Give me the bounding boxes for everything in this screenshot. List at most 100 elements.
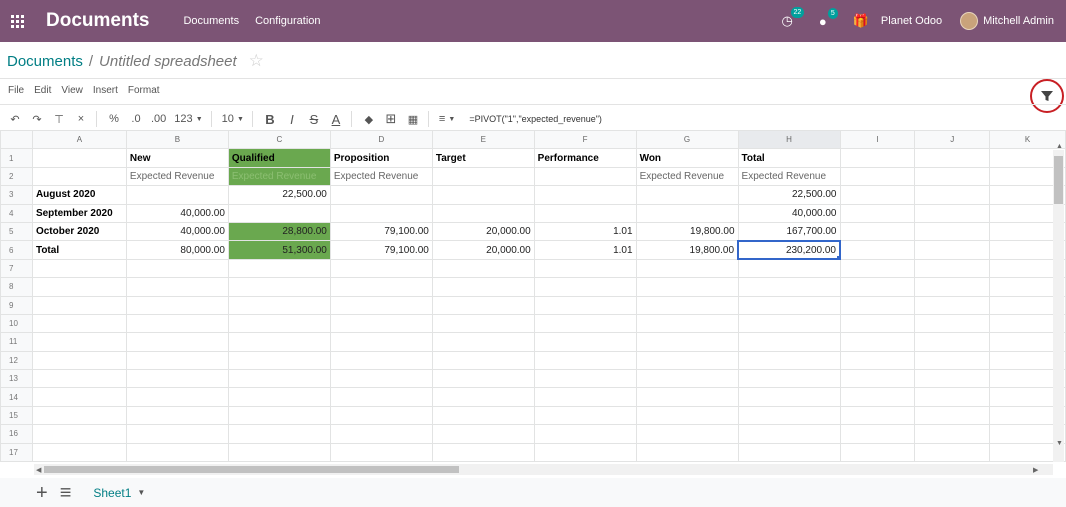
cell-f3[interactable] [533,185,637,205]
bold-button[interactable]: B [263,112,277,127]
row-header[interactable]: 15 [0,405,33,426]
cell-e2[interactable] [431,166,535,187]
breadcrumb-documents-link[interactable]: Documents [7,53,83,70]
corner-cell[interactable] [0,129,33,150]
cell-e9[interactable] [431,295,535,315]
cell-d4[interactable] [329,203,433,223]
cell-i7[interactable] [839,258,916,279]
cell-c10[interactable] [227,313,331,334]
sheet-tab-menu-icon[interactable]: ▼ [137,488,145,497]
cell-a1[interactable] [31,148,127,168]
menu-edit[interactable]: Edit [34,85,51,96]
borders-icon[interactable]: ⊞ [384,111,398,127]
cell-i4[interactable] [839,203,916,223]
cell-g9[interactable] [635,295,739,315]
cell-j2[interactable] [914,166,991,187]
cell-d9[interactable] [329,295,433,315]
cell-j5[interactable] [914,221,991,242]
cell-i11[interactable] [839,332,916,352]
cell-f4[interactable] [533,203,637,223]
row-header[interactable]: 1 [0,148,33,168]
cell-c16[interactable] [227,424,331,444]
row-header[interactable]: 10 [0,313,33,334]
column-header-f[interactable]: F [533,129,637,150]
cell-d11[interactable] [329,332,433,352]
app-brand[interactable]: Documents [46,10,149,32]
cell-j7[interactable] [914,258,991,279]
cell-h15[interactable] [737,405,841,426]
cell-d14[interactable] [329,387,433,407]
cell-b3[interactable] [125,185,229,205]
cell-i15[interactable] [839,405,916,426]
cell-g1[interactable]: Won [635,148,739,168]
row-header[interactable]: 11 [0,332,33,352]
filter-icon[interactable] [1030,79,1064,113]
cell-b4[interactable]: 40,000.00 [125,203,229,223]
merge-cells-icon[interactable]: ▦ [406,113,420,126]
cell-a4[interactable]: September 2020 [31,203,127,223]
row-header[interactable]: 8 [0,277,33,297]
strikethrough-button[interactable]: S [307,112,321,127]
cell-b1[interactable]: New [125,148,229,168]
cell-i2[interactable] [839,166,916,187]
cell-h16[interactable] [737,424,841,444]
cell-b17[interactable] [125,442,229,463]
gift-icon[interactable]: 🎁 [853,13,869,29]
formula-bar[interactable]: =PIVOT("1","expected_revenue") [469,114,602,124]
cell-a10[interactable] [31,313,127,334]
nav-link-documents[interactable]: Documents [183,15,239,27]
nav-link-configuration[interactable]: Configuration [255,15,320,27]
cell-j15[interactable] [914,405,991,426]
cell-f12[interactable] [533,350,637,371]
cell-j13[interactable] [914,369,991,389]
menu-format[interactable]: Format [128,85,160,96]
cell-g17[interactable] [635,442,739,463]
row-header[interactable]: 17 [0,442,33,463]
cell-d7[interactable] [329,258,433,279]
italic-button[interactable]: I [285,112,299,127]
row-header[interactable]: 16 [0,424,33,444]
cell-b2[interactable]: Expected Revenue [125,166,229,187]
cell-j17[interactable] [914,442,991,463]
increase-decimals-button[interactable]: .00 [151,113,166,125]
cell-e11[interactable] [431,332,535,352]
cell-j3[interactable] [914,185,991,205]
cell-d5[interactable]: 79,100.00 [329,221,433,242]
cell-h8[interactable] [737,277,841,297]
cell-a17[interactable] [31,442,127,463]
cell-b9[interactable] [125,295,229,315]
cell-g2[interactable]: Expected Revenue [635,166,739,187]
column-header-b[interactable]: B [125,129,229,150]
column-header-e[interactable]: E [431,129,535,150]
cell-h5[interactable]: 167,700.00 [737,221,841,242]
decrease-decimals-button[interactable]: .0 [129,113,143,125]
cell-h17[interactable] [737,442,841,463]
cell-f9[interactable] [533,295,637,315]
sheet-list-icon[interactable]: ≡ [60,483,72,503]
scroll-left-icon[interactable]: ◀ [36,466,41,474]
messages-chat-icon[interactable]: ● 5 [819,7,838,29]
cell-f6[interactable]: 1.01 [533,240,637,260]
cell-h9[interactable] [737,295,841,315]
cell-g12[interactable] [635,350,739,371]
cell-j11[interactable] [914,332,991,352]
cell-h2[interactable]: Expected Revenue [737,166,841,187]
cell-h7[interactable] [737,258,841,279]
cell-d15[interactable] [329,405,433,426]
cell-h10[interactable] [737,313,841,334]
cell-f17[interactable] [533,442,637,463]
cell-a9[interactable] [31,295,127,315]
cell-d8[interactable] [329,277,433,297]
cell-d1[interactable]: Proposition [329,148,433,168]
cell-j10[interactable] [914,313,991,334]
cell-b7[interactable] [125,258,229,279]
row-header[interactable]: 6 [0,240,33,260]
spreadsheet-title[interactable]: Untitled spreadsheet [99,53,237,70]
cell-j9[interactable] [914,295,991,315]
cell-f13[interactable] [533,369,637,389]
cell-e5[interactable]: 20,000.00 [431,221,535,242]
column-header-a[interactable]: A [31,129,127,150]
cell-c9[interactable] [227,295,331,315]
cell-d17[interactable] [329,442,433,463]
cell-i9[interactable] [839,295,916,315]
